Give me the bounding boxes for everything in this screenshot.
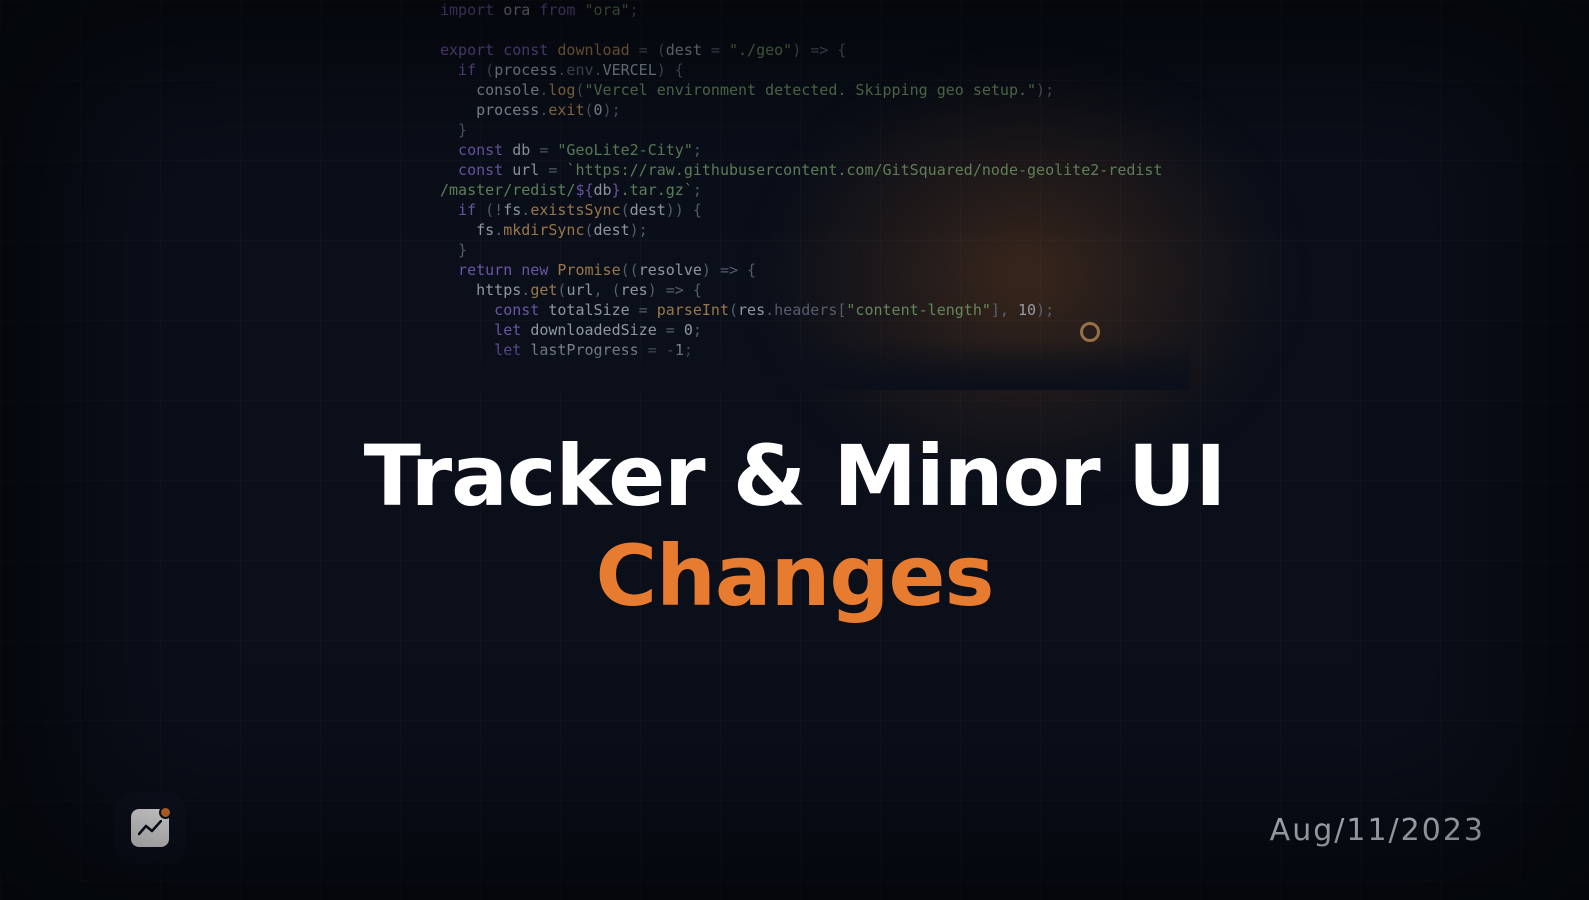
circle-accent-icon	[1080, 322, 1100, 342]
hero-title: Tracker & Minor UI Changes	[0, 430, 1589, 623]
logo-inner	[131, 809, 169, 847]
background-code: import ora from "ora"; export const down…	[440, 0, 1160, 360]
background-grid	[0, 0, 1589, 900]
publish-date: Aug/11/2023	[1270, 813, 1485, 848]
title-line-2: Changes	[0, 530, 1589, 622]
accent-glow	[750, 50, 1300, 500]
logo-notification-dot	[159, 806, 172, 819]
vignette-overlay	[0, 0, 1589, 900]
code-fade-overlay	[430, 340, 1190, 390]
brand-logo	[114, 792, 186, 864]
chart-line-icon	[138, 820, 162, 836]
title-line-1: Tracker & Minor UI	[0, 430, 1589, 522]
